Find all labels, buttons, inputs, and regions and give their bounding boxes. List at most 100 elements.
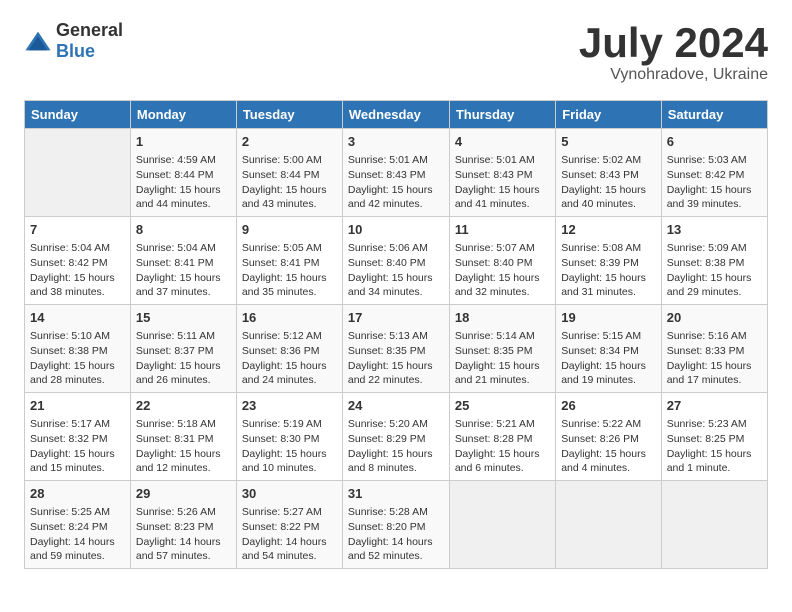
- day-info: Sunrise: 5:20 AM Sunset: 8:29 PM Dayligh…: [348, 417, 444, 476]
- day-info: Sunrise: 5:07 AM Sunset: 8:40 PM Dayligh…: [455, 241, 550, 300]
- day-number: 7: [30, 221, 125, 239]
- day-info: Sunrise: 5:14 AM Sunset: 8:35 PM Dayligh…: [455, 329, 550, 388]
- day-number: 11: [455, 221, 550, 239]
- calendar-cell: 14 Sunrise: 5:10 AM Sunset: 8:38 PM Dayli…: [25, 305, 131, 393]
- day-number: 17: [348, 309, 444, 327]
- calendar-cell: 1 Sunrise: 4:59 AM Sunset: 8:44 PM Daylig…: [130, 129, 236, 217]
- day-number: 10: [348, 221, 444, 239]
- day-number: 1: [136, 133, 231, 151]
- calendar-cell: [661, 480, 767, 568]
- calendar-cell: 6Sunrise: 5:03 AM Sunset: 8:42 PM Daylig…: [661, 129, 767, 217]
- calendar-cell: 7 Sunrise: 5:04 AM Sunset: 8:42 PM Daylig…: [25, 217, 131, 305]
- day-info: Sunrise: 5:04 AM Sunset: 8:42 PM Dayligh…: [30, 241, 125, 300]
- header-row: SundayMondayTuesdayWednesdayThursdayFrid…: [25, 101, 768, 129]
- day-number: 13: [667, 221, 762, 239]
- day-info: Sunrise: 5:01 AM Sunset: 8:43 PM Dayligh…: [455, 153, 550, 212]
- day-info: Sunrise: 5:10 AM Sunset: 8:38 PM Dayligh…: [30, 329, 125, 388]
- header-day-saturday: Saturday: [661, 101, 767, 129]
- day-number: 18: [455, 309, 550, 327]
- calendar-cell: 4Sunrise: 5:01 AM Sunset: 8:43 PM Daylig…: [449, 129, 555, 217]
- day-info: Sunrise: 5:21 AM Sunset: 8:28 PM Dayligh…: [455, 417, 550, 476]
- day-number: 9: [242, 221, 337, 239]
- day-number: 21: [30, 397, 125, 415]
- day-number: 8: [136, 221, 231, 239]
- day-info: Sunrise: 5:11 AM Sunset: 8:37 PM Dayligh…: [136, 329, 231, 388]
- day-info: Sunrise: 5:19 AM Sunset: 8:30 PM Dayligh…: [242, 417, 337, 476]
- calendar-cell: 15 Sunrise: 5:11 AM Sunset: 8:37 PM Dayli…: [130, 305, 236, 393]
- day-number: 26: [561, 397, 656, 415]
- calendar-cell: 28 Sunrise: 5:25 AM Sunset: 8:24 PM Dayli…: [25, 480, 131, 568]
- logo-general-text: General: [56, 20, 123, 40]
- day-info: Sunrise: 5:06 AM Sunset: 8:40 PM Dayligh…: [348, 241, 444, 300]
- calendar-cell: 27Sunrise: 5:23 AM Sunset: 8:25 PM Dayli…: [661, 393, 767, 481]
- day-number: 27: [667, 397, 762, 415]
- calendar-table: SundayMondayTuesdayWednesdayThursdayFrid…: [24, 100, 768, 569]
- calendar-cell: 23 Sunrise: 5:19 AM Sunset: 8:30 PM Dayli…: [236, 393, 342, 481]
- day-number: 19: [561, 309, 656, 327]
- page-header: General Blue July 2024 Vynohradove, Ukra…: [24, 20, 768, 84]
- calendar-cell: 19Sunrise: 5:15 AM Sunset: 8:34 PM Dayli…: [556, 305, 662, 393]
- day-info: Sunrise: 5:12 AM Sunset: 8:36 PM Dayligh…: [242, 329, 337, 388]
- calendar-location: Vynohradove, Ukraine: [579, 66, 768, 84]
- day-info: Sunrise: 5:08 AM Sunset: 8:39 PM Dayligh…: [561, 241, 656, 300]
- day-info: Sunrise: 5:27 AM Sunset: 8:22 PM Dayligh…: [242, 505, 337, 564]
- day-number: 2: [242, 133, 337, 151]
- calendar-cell: [449, 480, 555, 568]
- title-block: July 2024 Vynohradove, Ukraine: [579, 20, 768, 84]
- calendar-cell: 13 Sunrise: 5:09 AM Sunset: 8:38 PM Dayli…: [661, 217, 767, 305]
- calendar-cell: 10 Sunrise: 5:06 AM Sunset: 8:40 PM Dayli…: [342, 217, 449, 305]
- header-day-sunday: Sunday: [25, 101, 131, 129]
- day-number: 15: [136, 309, 231, 327]
- calendar-cell: 18 Sunrise: 5:14 AM Sunset: 8:35 PM Dayli…: [449, 305, 555, 393]
- calendar-cell: 16Sunrise: 5:12 AM Sunset: 8:36 PM Dayli…: [236, 305, 342, 393]
- day-info: Sunrise: 5:17 AM Sunset: 8:32 PM Dayligh…: [30, 417, 125, 476]
- day-number: 31: [348, 485, 444, 503]
- week-row-4: 21 Sunrise: 5:17 AM Sunset: 8:32 PM Dayli…: [25, 393, 768, 481]
- day-number: 23: [242, 397, 337, 415]
- logo: General Blue: [24, 20, 123, 62]
- calendar-cell: 17 Sunrise: 5:13 AM Sunset: 8:35 PM Dayli…: [342, 305, 449, 393]
- calendar-cell: 26 Sunrise: 5:22 AM Sunset: 8:26 PM Dayli…: [556, 393, 662, 481]
- calendar-cell: 5Sunrise: 5:02 AM Sunset: 8:43 PM Daylig…: [556, 129, 662, 217]
- header-day-thursday: Thursday: [449, 101, 555, 129]
- header-day-friday: Friday: [556, 101, 662, 129]
- day-info: Sunrise: 5:26 AM Sunset: 8:23 PM Dayligh…: [136, 505, 231, 564]
- day-info: Sunrise: 5:04 AM Sunset: 8:41 PM Dayligh…: [136, 241, 231, 300]
- day-info: Sunrise: 5:03 AM Sunset: 8:42 PM Dayligh…: [667, 153, 762, 212]
- calendar-cell: 8 Sunrise: 5:04 AM Sunset: 8:41 PM Daylig…: [130, 217, 236, 305]
- calendar-cell: 12 Sunrise: 5:08 AM Sunset: 8:39 PM Dayli…: [556, 217, 662, 305]
- day-number: 3: [348, 133, 444, 151]
- logo-icon: [24, 30, 52, 52]
- calendar-cell: 24 Sunrise: 5:20 AM Sunset: 8:29 PM Dayli…: [342, 393, 449, 481]
- calendar-cell: 2 Sunrise: 5:00 AM Sunset: 8:44 PM Daylig…: [236, 129, 342, 217]
- day-number: 30: [242, 485, 337, 503]
- day-info: Sunrise: 5:09 AM Sunset: 8:38 PM Dayligh…: [667, 241, 762, 300]
- calendar-cell: 20Sunrise: 5:16 AM Sunset: 8:33 PM Dayli…: [661, 305, 767, 393]
- day-info: Sunrise: 5:00 AM Sunset: 8:44 PM Dayligh…: [242, 153, 337, 212]
- day-info: Sunrise: 5:22 AM Sunset: 8:26 PM Dayligh…: [561, 417, 656, 476]
- week-row-3: 14 Sunrise: 5:10 AM Sunset: 8:38 PM Dayli…: [25, 305, 768, 393]
- day-info: Sunrise: 5:18 AM Sunset: 8:31 PM Dayligh…: [136, 417, 231, 476]
- day-info: Sunrise: 5:01 AM Sunset: 8:43 PM Dayligh…: [348, 153, 444, 212]
- calendar-cell: 25Sunrise: 5:21 AM Sunset: 8:28 PM Dayli…: [449, 393, 555, 481]
- calendar-body: 1 Sunrise: 4:59 AM Sunset: 8:44 PM Daylig…: [25, 129, 768, 569]
- day-info: Sunrise: 5:25 AM Sunset: 8:24 PM Dayligh…: [30, 505, 125, 564]
- calendar-cell: 29Sunrise: 5:26 AM Sunset: 8:23 PM Dayli…: [130, 480, 236, 568]
- week-row-2: 7 Sunrise: 5:04 AM Sunset: 8:42 PM Daylig…: [25, 217, 768, 305]
- logo-blue-text: Blue: [56, 41, 95, 61]
- day-number: 5: [561, 133, 656, 151]
- day-info: Sunrise: 5:13 AM Sunset: 8:35 PM Dayligh…: [348, 329, 444, 388]
- calendar-cell: 22Sunrise: 5:18 AM Sunset: 8:31 PM Dayli…: [130, 393, 236, 481]
- day-info: Sunrise: 5:05 AM Sunset: 8:41 PM Dayligh…: [242, 241, 337, 300]
- header-day-tuesday: Tuesday: [236, 101, 342, 129]
- calendar-header: SundayMondayTuesdayWednesdayThursdayFrid…: [25, 101, 768, 129]
- day-info: Sunrise: 4:59 AM Sunset: 8:44 PM Dayligh…: [136, 153, 231, 212]
- day-number: 14: [30, 309, 125, 327]
- day-number: 12: [561, 221, 656, 239]
- day-number: 28: [30, 485, 125, 503]
- header-day-wednesday: Wednesday: [342, 101, 449, 129]
- day-number: 24: [348, 397, 444, 415]
- day-info: Sunrise: 5:16 AM Sunset: 8:33 PM Dayligh…: [667, 329, 762, 388]
- week-row-1: 1 Sunrise: 4:59 AM Sunset: 8:44 PM Daylig…: [25, 129, 768, 217]
- calendar-cell: 30 Sunrise: 5:27 AM Sunset: 8:22 PM Dayli…: [236, 480, 342, 568]
